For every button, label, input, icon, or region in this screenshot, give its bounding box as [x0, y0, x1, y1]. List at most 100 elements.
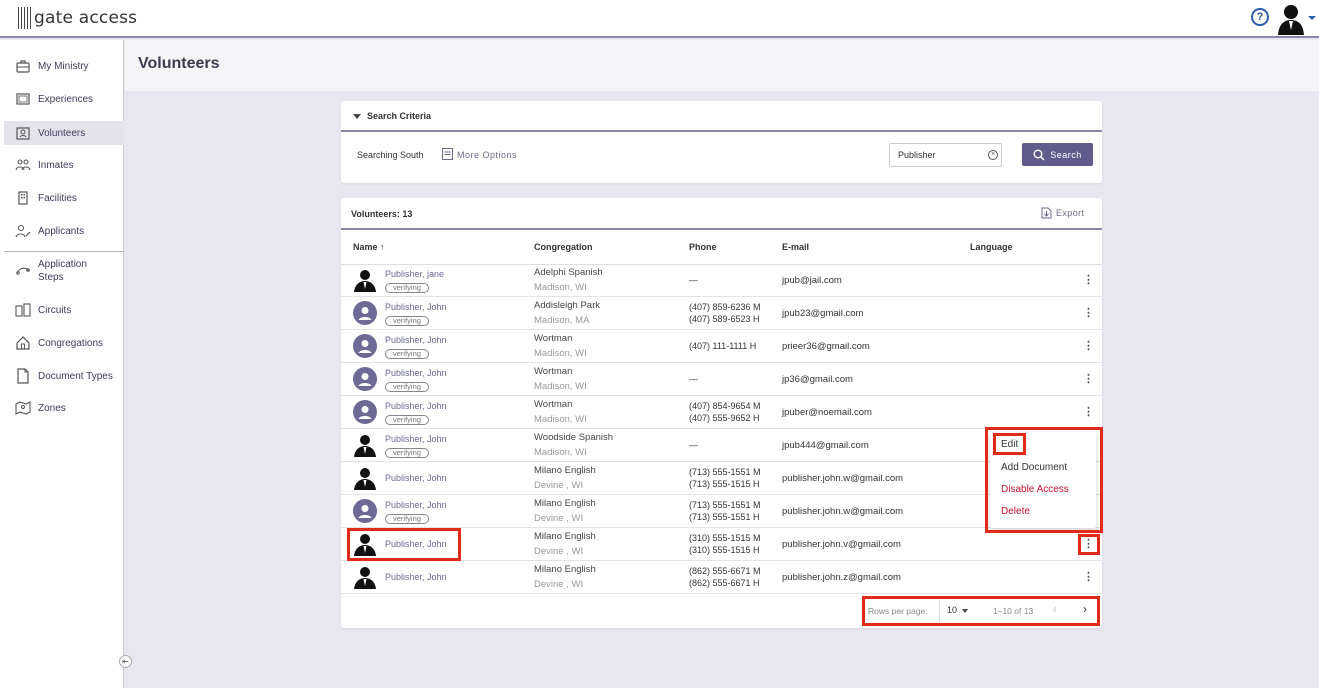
- volunteer-name-link[interactable]: Publisher, John: [385, 335, 447, 345]
- email-value: publisher.john.z@gmail.com: [782, 572, 901, 583]
- phone-primary: (407) 859-6236 M: [689, 302, 761, 312]
- volunteer-avatar: [353, 565, 377, 589]
- volunteer-name-link[interactable]: Publisher, John: [385, 572, 447, 582]
- sidebar-item-inmates[interactable]: Inmates: [4, 155, 124, 175]
- highlight-volunteer-name: [347, 528, 461, 561]
- document-icon: [17, 368, 29, 384]
- email-value: prieer36@gmail.com: [782, 341, 870, 352]
- more-vert-icon[interactable]: ⋮: [1083, 306, 1094, 320]
- collapse-triangle-icon[interactable]: [353, 114, 361, 119]
- more-vert-icon[interactable]: ⋮: [1083, 405, 1094, 419]
- column-header-language[interactable]: Language: [970, 242, 1013, 252]
- export-button[interactable]: Export: [1041, 207, 1084, 219]
- sidebar-item-label: Application Steps: [38, 259, 87, 283]
- search-button[interactable]: Search: [1022, 143, 1093, 166]
- sidebar-item-zones[interactable]: Zones: [4, 398, 124, 418]
- volunteers-table-card: Volunteers: 13 Export Name ↑ Congregatio…: [341, 198, 1102, 628]
- phone-primary: (862) 555-6671 M: [689, 566, 761, 576]
- table-row[interactable]: Publisher, John verifying Wortman Madison, …: [341, 396, 1102, 429]
- phone-primary: —: [689, 275, 698, 285]
- steps-icon: [16, 267, 30, 275]
- table-row[interactable]: Publisher, John verifying Wortman Madison, …: [341, 330, 1102, 363]
- table-row[interactable]: Publisher, jane verifying Adelphi Spanish M…: [341, 264, 1102, 297]
- email-value: jpub23@gmail.com: [782, 308, 864, 319]
- user-menu-caret-icon[interactable]: [1308, 16, 1316, 20]
- column-header-email[interactable]: E-mail: [782, 242, 809, 252]
- congregation-name: Milano English: [534, 465, 596, 476]
- status-badge: verifying: [385, 283, 429, 293]
- column-header-name[interactable]: Name ↑: [353, 242, 385, 252]
- volunteer-name-link[interactable]: Publisher, John: [385, 368, 447, 378]
- volunteer-name-link[interactable]: Publisher, John: [385, 473, 447, 483]
- sidebar-item-volunteers[interactable]: Volunteers: [4, 121, 124, 145]
- more-vert-icon[interactable]: ⋮: [1083, 570, 1094, 584]
- congregation-name: Milano English: [534, 564, 596, 575]
- volunteer-name-link[interactable]: Publisher, John: [385, 401, 447, 411]
- congregation-name: Woodside Spanish: [534, 432, 614, 443]
- status-badge: verifying: [385, 349, 429, 359]
- sidebar-divider: [4, 251, 124, 252]
- sidebar-item-facilities[interactable]: Facilities: [4, 188, 124, 208]
- congregation-city: Devine , WI: [534, 513, 584, 524]
- sidebar-item-document-types[interactable]: Document Types: [4, 366, 124, 386]
- page-header: Volunteers: [125, 40, 1319, 91]
- congregation-city: Madison, WI: [534, 348, 587, 359]
- phone-primary: —: [689, 374, 698, 384]
- search-criteria-title: Search Criteria: [367, 111, 432, 121]
- sidebar-item-applicants[interactable]: Applicants: [4, 221, 124, 241]
- status-badge: verifying: [385, 415, 429, 425]
- volunteer-avatar: [353, 466, 377, 490]
- congregation-city: Madison, WI: [534, 414, 587, 425]
- search-criteria-header[interactable]: Search Criteria: [341, 101, 1102, 132]
- congregation-city: Devine , WI: [534, 579, 584, 590]
- collapse-sidebar-icon[interactable]: ⇤: [119, 655, 132, 668]
- volunteer-name-link[interactable]: Publisher, jane: [385, 269, 444, 279]
- volunteer-name-link[interactable]: Publisher, John: [385, 302, 447, 312]
- volunteer-name-link[interactable]: Publisher, John: [385, 500, 447, 510]
- email-value: publisher.john.v@gmail.com: [782, 539, 901, 550]
- volunteer-name-link[interactable]: Publisher, John: [385, 434, 447, 444]
- table-row[interactable]: Publisher, John verifying Wortman Madison, …: [341, 363, 1102, 396]
- map-icon: [15, 401, 31, 415]
- sidebar-item-label: Document Types: [38, 370, 113, 382]
- sidebar-item-circuits[interactable]: Circuits: [4, 300, 124, 320]
- search-input[interactable]: Publisher: [889, 143, 1002, 167]
- volunteer-avatar: [353, 301, 377, 325]
- sidebar-item-experiences[interactable]: Experiences: [4, 89, 124, 109]
- more-vert-icon[interactable]: ⋮: [1083, 339, 1094, 353]
- sidebar-item-my-ministry[interactable]: My Ministry: [4, 56, 124, 76]
- export-label: Export: [1056, 208, 1085, 218]
- email-value: jpuber@noemail.com: [782, 407, 872, 418]
- help-icon[interactable]: ?: [1251, 8, 1269, 26]
- column-header-phone[interactable]: Phone: [689, 242, 717, 252]
- phone-primary: —: [689, 440, 698, 450]
- status-badge: verifying: [385, 448, 429, 458]
- page-title: Volunteers: [138, 55, 220, 72]
- sidebar-item-label: Volunteers: [38, 127, 86, 139]
- table-row[interactable]: Publisher, John verifying Addisleigh Park M…: [341, 297, 1102, 330]
- briefcase-icon: [16, 60, 30, 73]
- table-row[interactable]: Publisher, John Milano English Devine , WI…: [341, 561, 1102, 594]
- more-vert-icon[interactable]: ⋮: [1083, 273, 1094, 287]
- export-icon: [1041, 207, 1052, 219]
- congregation-name: Milano English: [534, 531, 596, 542]
- sidebar-item-application-steps[interactable]: Application Steps: [4, 258, 124, 284]
- gate-access-logo[interactable]: gate access: [18, 5, 137, 31]
- search-icon: [1033, 149, 1045, 161]
- status-badge: verifying: [385, 382, 429, 392]
- more-options-link[interactable]: More Options: [457, 150, 517, 160]
- highlight-pagination: [862, 596, 1100, 626]
- phone-primary: (713) 555-1551 M: [689, 467, 761, 477]
- more-options-icon[interactable]: [442, 148, 453, 160]
- congregation-city: Madison, WI: [534, 447, 587, 458]
- congregation-name: Milano English: [534, 498, 596, 509]
- sidebar-item-label: Facilities: [38, 192, 77, 204]
- clear-search-icon[interactable]: ×: [988, 150, 998, 160]
- congregation-city: Devine , WI: [534, 480, 584, 491]
- volunteer-count: Volunteers: 13: [351, 209, 413, 219]
- email-value: publisher.john.w@gmail.com: [782, 506, 904, 517]
- sidebar-item-congregations[interactable]: Congregations: [4, 333, 124, 353]
- column-header-congregation[interactable]: Congregation: [534, 242, 593, 252]
- more-vert-icon[interactable]: ⋮: [1083, 372, 1094, 386]
- user-avatar[interactable]: [1277, 3, 1305, 35]
